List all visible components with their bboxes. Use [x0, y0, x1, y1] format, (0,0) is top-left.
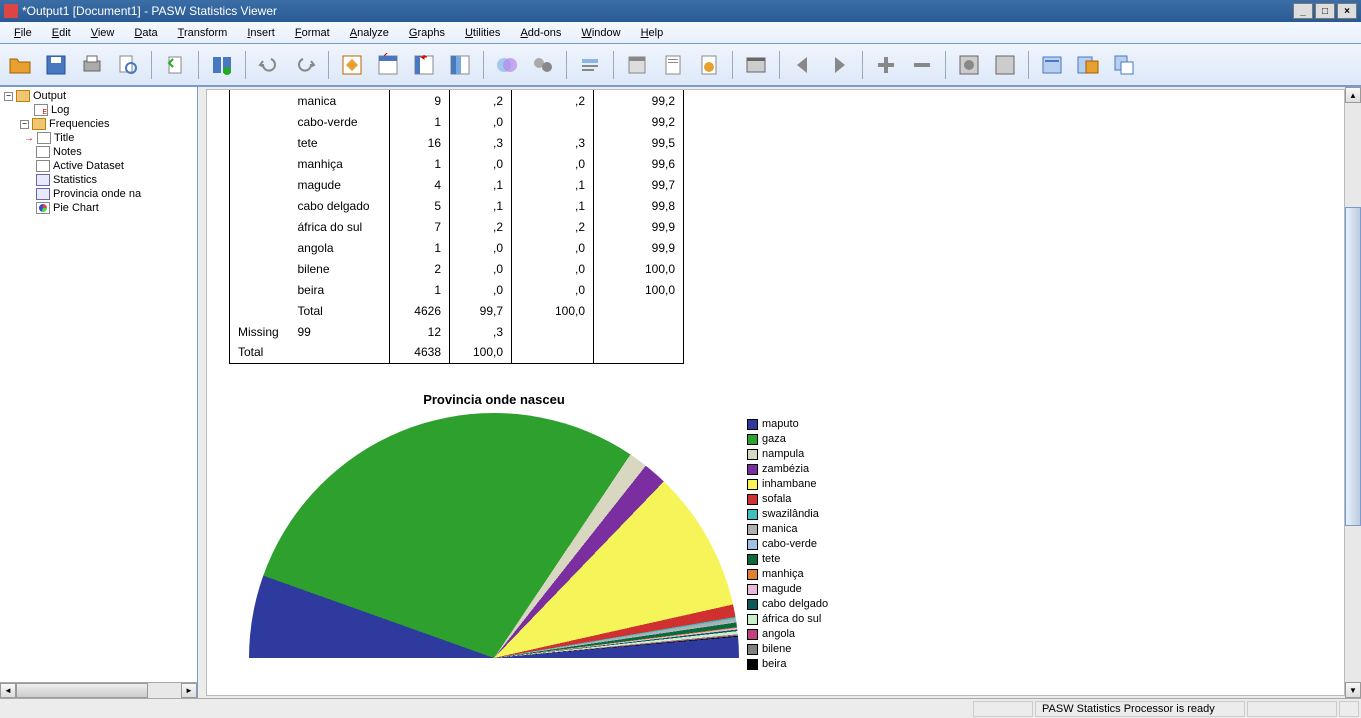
scroll-left-icon[interactable]: ◄ — [0, 683, 16, 698]
pie-chart — [249, 413, 739, 658]
legend-item: áfrica do sul — [747, 612, 828, 627]
app-icon — [4, 4, 18, 18]
insert-title-icon[interactable] — [621, 49, 653, 81]
legend-item: inhambane — [747, 477, 828, 492]
dialog-recall-icon[interactable] — [206, 49, 238, 81]
tree-item[interactable]: Pie Chart — [36, 201, 195, 215]
tree-item[interactable]: Log — [20, 103, 195, 117]
menu-add-ons[interactable]: Add-ons — [510, 25, 571, 41]
next-icon[interactable] — [823, 49, 855, 81]
tree-item[interactable]: Active Dataset — [36, 159, 195, 173]
tree-item[interactable]: Provincia onde na — [36, 187, 195, 201]
maximize-button[interactable]: □ — [1315, 3, 1335, 19]
close-button[interactable]: × — [1337, 3, 1357, 19]
menu-file[interactable]: File — [4, 25, 42, 41]
insert-heading-icon[interactable] — [574, 49, 606, 81]
legend-item: swazilândia — [747, 507, 828, 522]
content-vscroll[interactable]: ▲ ▼ — [1345, 87, 1361, 698]
tree-item[interactable]: −Frequencies — [20, 117, 195, 131]
menu-insert[interactable]: Insert — [237, 25, 285, 41]
redo-icon[interactable] — [289, 49, 321, 81]
prev-icon[interactable] — [787, 49, 819, 81]
goto-case-icon[interactable] — [372, 49, 404, 81]
scroll-up-icon[interactable]: ▲ — [1345, 87, 1361, 103]
zoom-in-icon[interactable] — [870, 49, 902, 81]
legend-item: gaza — [747, 432, 828, 447]
scroll-thumb[interactable] — [1345, 207, 1361, 525]
title-bar: *Output1 [Document1] - PASW Statistics V… — [0, 0, 1361, 22]
select-cases-icon[interactable] — [491, 49, 523, 81]
tool-b-icon[interactable] — [989, 49, 1021, 81]
outline-pane: −OutputLog−Frequencies→TitleNotesActive … — [0, 87, 198, 698]
status-bar: PASW Statistics Processor is ready — [0, 698, 1361, 718]
legend-item: sofala — [747, 492, 828, 507]
designate-window-icon[interactable] — [740, 49, 772, 81]
menu-analyze[interactable]: Analyze — [340, 25, 399, 41]
outline-hscroll[interactable]: ◄ ► — [0, 682, 197, 698]
legend-item: nampula — [747, 447, 828, 462]
menu-view[interactable]: View — [81, 25, 125, 41]
content-pane: manica9,2,299,2cabo-verde1,099,2tete16,3… — [198, 87, 1361, 698]
minimize-button[interactable]: _ — [1293, 3, 1313, 19]
scroll-right-icon[interactable]: ► — [181, 683, 197, 698]
goto-variable-icon[interactable] — [408, 49, 440, 81]
legend-item: maputo — [747, 417, 828, 432]
frequency-table: manica9,2,299,2cabo-verde1,099,2tete16,3… — [229, 90, 684, 364]
tree-item[interactable]: Statistics — [36, 173, 195, 187]
tool-d-icon[interactable] — [1072, 49, 1104, 81]
preview-icon[interactable] — [112, 49, 144, 81]
legend-item: manica — [747, 522, 828, 537]
menu-format[interactable]: Format — [285, 25, 340, 41]
legend-item: angola — [747, 627, 828, 642]
tool-a-icon[interactable] — [953, 49, 985, 81]
window-title: *Output1 [Document1] - PASW Statistics V… — [22, 4, 277, 18]
menu-bar: FileEditViewDataTransformInsertFormatAna… — [0, 22, 1361, 44]
menu-window[interactable]: Window — [571, 25, 630, 41]
undo-icon[interactable] — [253, 49, 285, 81]
tool-c-icon[interactable] — [1036, 49, 1068, 81]
toolbar — [0, 44, 1361, 86]
export-icon[interactable] — [159, 49, 191, 81]
legend-item: zambézia — [747, 462, 828, 477]
scroll-thumb[interactable] — [16, 683, 148, 698]
tree-output[interactable]: −Output — [4, 89, 195, 103]
status-ready: PASW Statistics Processor is ready — [1035, 701, 1245, 717]
tool-e-icon[interactable] — [1108, 49, 1140, 81]
tree-item[interactable]: →Title — [36, 131, 195, 145]
open-icon[interactable] — [4, 49, 36, 81]
insert-text-icon[interactable] — [657, 49, 689, 81]
menu-graphs[interactable]: Graphs — [399, 25, 455, 41]
tree-item[interactable]: Notes — [36, 145, 195, 159]
menu-help[interactable]: Help — [631, 25, 674, 41]
print-icon[interactable] — [76, 49, 108, 81]
menu-transform[interactable]: Transform — [168, 25, 238, 41]
run-script-icon[interactable] — [693, 49, 725, 81]
legend-item: cabo delgado — [747, 597, 828, 612]
menu-data[interactable]: Data — [124, 25, 167, 41]
legend-item: tete — [747, 552, 828, 567]
variables-icon[interactable] — [444, 49, 476, 81]
weight-icon[interactable] — [527, 49, 559, 81]
legend-item: manhiça — [747, 567, 828, 582]
zoom-out-icon[interactable] — [906, 49, 938, 81]
legend-item: bilene — [747, 642, 828, 657]
save-icon[interactable] — [40, 49, 72, 81]
legend-item: beira — [747, 657, 828, 672]
chart-legend: maputogazanampulazambéziainhambanesofala… — [747, 417, 828, 672]
legend-item: cabo-verde — [747, 537, 828, 552]
goto-data-icon[interactable] — [336, 49, 368, 81]
chart-title: Provincia onde nasceu — [249, 392, 739, 407]
menu-utilities[interactable]: Utilities — [455, 25, 510, 41]
legend-item: magude — [747, 582, 828, 597]
scroll-down-icon[interactable]: ▼ — [1345, 682, 1361, 698]
menu-edit[interactable]: Edit — [42, 25, 81, 41]
